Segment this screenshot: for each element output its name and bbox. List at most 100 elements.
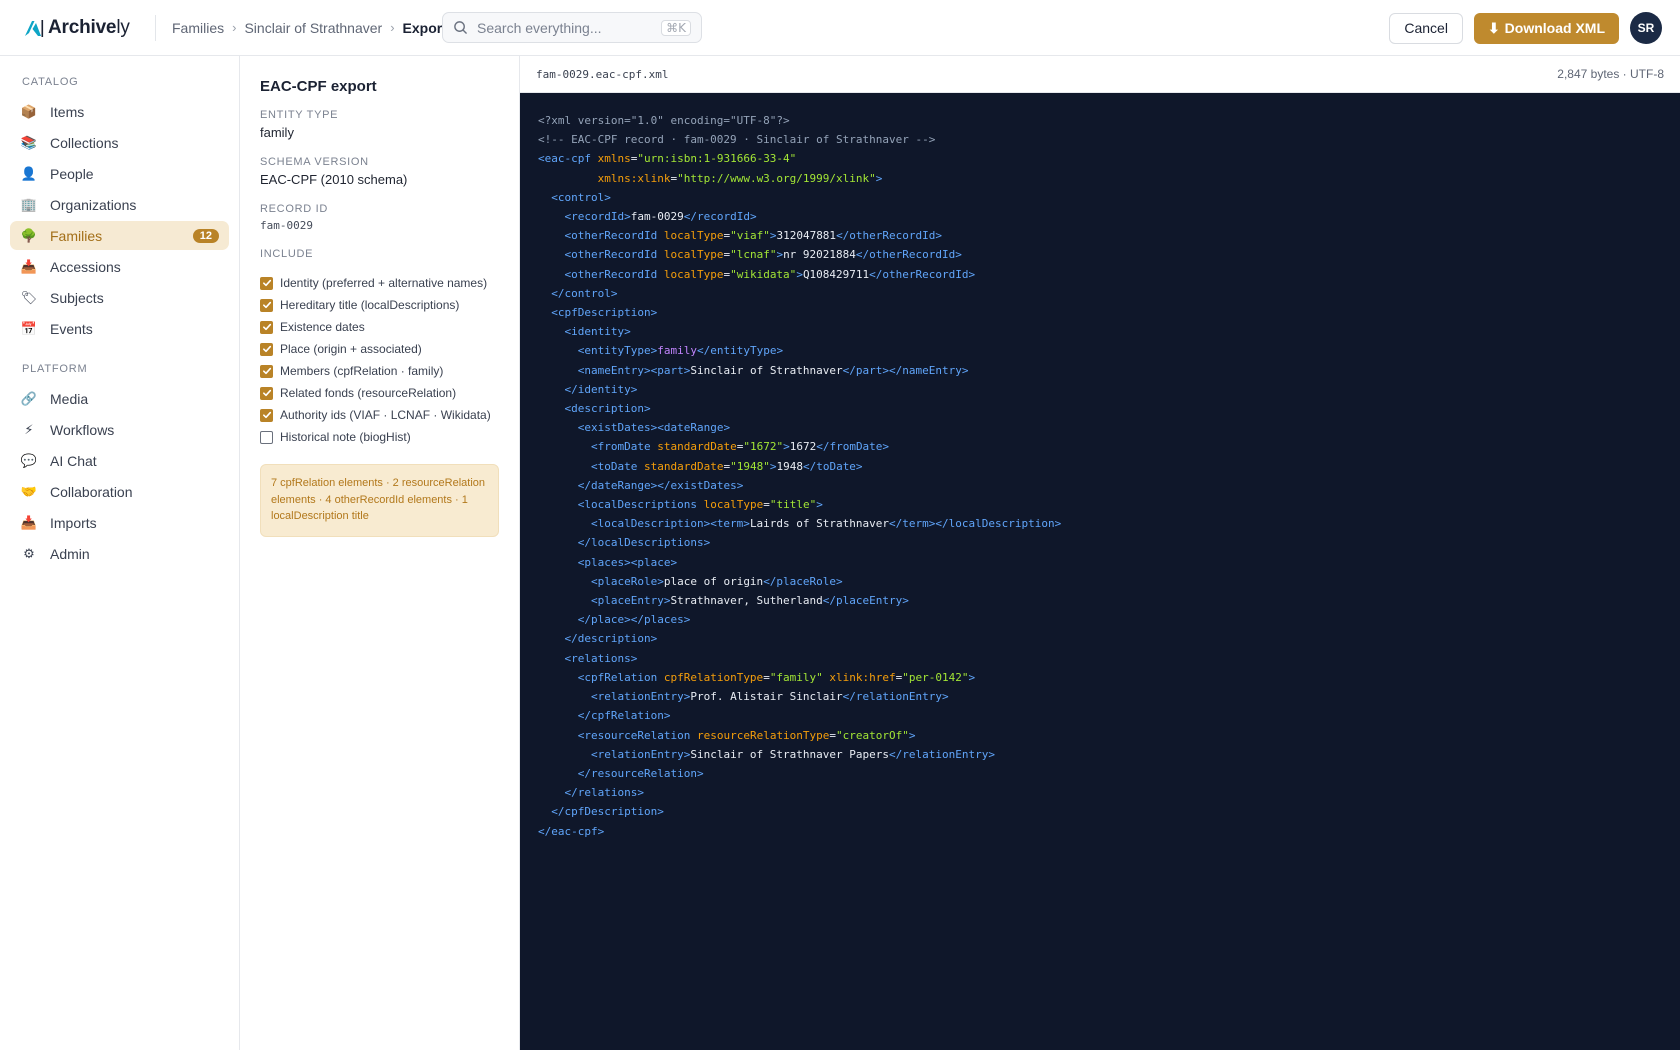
code-token: > [783,440,790,454]
code-token: </localDescriptions> [577,536,711,550]
download-xml-button[interactable]: ⬇ Download XML [1473,12,1619,44]
sidebar-item-imports[interactable]: 📥 Imports [10,508,229,537]
app-logo[interactable]: Archively [22,17,134,39]
code-token: </place></places> [577,613,691,627]
building-icon: 🏢 [20,196,38,212]
include-option-label: Hereditary title (localDescriptions) [280,298,460,312]
checkbox[interactable] [260,276,273,290]
include-option[interactable]: Members (cpfRelation · family) [260,360,499,382]
code-token: xlink:href [829,670,896,684]
code-token: </identity> [564,382,638,396]
include-option[interactable]: Historical note (biogHist) [260,426,499,448]
include-label: INCLUDE [260,248,314,260]
download-label: Download XML [1504,20,1605,36]
sidebar-item-events[interactable]: 📅 Events [10,314,229,343]
include-option[interactable]: Related fonds (resourceRelation) [260,382,499,404]
check-icon [262,411,271,419]
code-token: <placeRole> [590,574,664,588]
code-line: <places><place> [538,553,1662,572]
sidebar-item-families[interactable]: 🌳 Families 12 [10,221,229,250]
sidebar-item-ai-chat[interactable]: 💬 AI Chat [10,446,229,475]
code-line: <relationEntry>Prof. Alistair Sinclair</… [538,687,1662,706]
code-line: </eac-cpf> [538,822,1662,841]
code-token: Q108429711 [802,267,870,281]
breadcrumb-families[interactable]: Families [172,20,224,36]
sidebar-item-people[interactable]: 👤 People [10,159,229,188]
checkbox[interactable] [260,408,273,422]
code-token: <eac-cpf [538,152,598,166]
checkbox[interactable] [260,342,273,356]
export-options-panel: EAC-CPF export ENTITY TYPE family SCHEMA… [240,56,520,1050]
code-token: </description> [564,632,658,646]
code-token: > [875,171,883,185]
sidebar-item-collaboration[interactable]: 🤝 Collaboration [10,477,229,506]
code-token: resourceRelationType [696,728,830,742]
include-checklist: Identity (preferred + alternative names)… [260,272,499,448]
include-option[interactable]: Place (origin + associated) [260,338,499,360]
code-token: </otherRecordId> [855,248,962,262]
code-line: <toDate standardDate="1948">1948</toDate… [538,457,1662,476]
search-input[interactable]: Search everything... ⌘K [442,12,702,43]
code-token: <resourceRelation [577,728,697,742]
code-line: </cpfDescription> [538,802,1662,821]
include-option[interactable]: Existence dates [260,316,499,338]
code-token: <otherRecordId [564,248,664,262]
include-option[interactable]: Authority ids (VIAF · LCNAF · Wikidata) [260,404,499,426]
checkbox[interactable] [260,430,273,444]
sidebar-item-admin[interactable]: ⚙ Admin [10,539,229,568]
file-meta: 2,847 bytes · UTF-8 [1557,67,1664,81]
code-token: </cpfDescription> [551,805,664,819]
code-token: </relations> [564,786,644,800]
code-token: </relationEntry> [889,747,995,761]
sidebar-item-collections[interactable]: 📚 Collections [10,128,229,157]
code-token: <toDate [590,459,644,473]
code-token: </eac-cpf> [538,824,605,838]
checkbox[interactable] [260,386,273,400]
entity-type-label: ENTITY TYPE [260,109,339,121]
code-line: <control> [538,188,1662,207]
paperclip-icon: 🔗 [20,390,38,406]
include-option-label: Authority ids (VIAF · LCNAF · Wikidata) [280,408,491,422]
sidebar-item-workflows[interactable]: ⚡ Workflows [10,415,229,444]
check-icon [262,323,271,331]
include-option-label: Identity (preferred + alternative names) [280,276,488,290]
sidebar-item-label: Workflows [50,421,115,438]
code-token: </otherRecordId> [836,229,943,243]
top-bar: Archively Families › Sinclair of Strathn… [0,0,1680,56]
checkbox[interactable] [260,320,273,334]
code-token: <relationEntry> [590,747,691,761]
code-token: <places><place> [577,555,678,569]
sidebar-item-items[interactable]: 📦 Items [10,97,229,126]
include-option[interactable]: Hereditary title (localDescriptions) [260,294,499,316]
sidebar-item-subjects[interactable]: 🏷 Subjects [10,283,229,312]
sidebar-item-organizations[interactable]: 🏢 Organizations [10,190,229,219]
import-icon: 📥 [20,514,38,530]
checkbox[interactable] [260,298,273,312]
code-token: <description> [564,402,651,416]
cancel-button[interactable]: Cancel [1389,12,1463,44]
inbox-icon: 📥 [20,258,38,274]
xml-code[interactable]: <?xml version="1.0" encoding="UTF-8"?> <!… [520,93,1680,859]
code-token: </term></localDescription> [889,517,1062,531]
code-token: </toDate> [802,459,863,473]
sidebar-item-media[interactable]: 🔗 Media [10,384,229,413]
code-token: </relationEntry> [842,690,949,704]
include-option-label: Existence dates [280,320,365,334]
code-token: <otherRecordId [564,229,664,243]
code-token: localType [663,229,724,243]
sidebar-item-accessions[interactable]: 📥 Accessions [10,252,229,281]
checkbox[interactable] [260,364,273,378]
breadcrumb-family[interactable]: Sinclair of Strathnaver [244,20,382,36]
include-option[interactable]: Identity (preferred + alternative names) [260,272,499,294]
xml-preview-pane: fam-0029.eac-cpf.xml 2,847 bytes · UTF-8… [520,56,1680,1050]
code-line: <localDescriptions localType="title"> [538,495,1662,514]
code-token: "family" [769,670,823,684]
avatar[interactable]: SR [1630,12,1662,44]
